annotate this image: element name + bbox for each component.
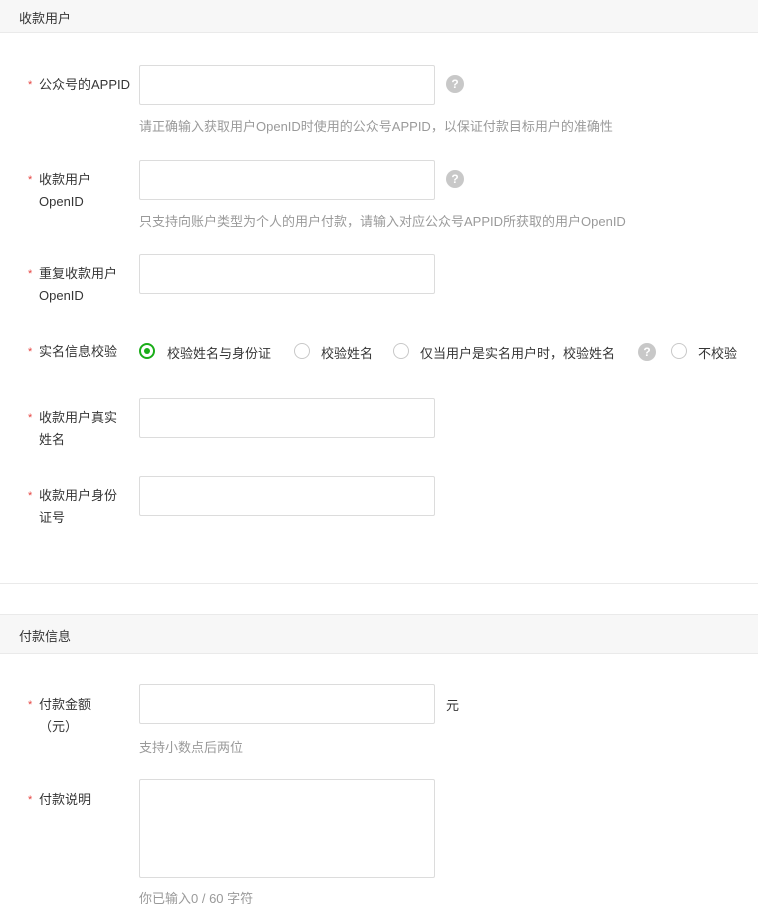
required-mark: * — [28, 412, 33, 424]
required-mark: * — [28, 699, 33, 711]
help-icon[interactable]: ? — [446, 75, 464, 93]
required-mark: * — [28, 490, 33, 502]
help-icon[interactable]: ? — [446, 170, 464, 188]
section-title: 付款信息 — [19, 629, 72, 644]
required-mark: * — [28, 268, 33, 280]
realname-check-label: * 实名信息校验 — [28, 341, 140, 363]
section-title: 收款用户 — [19, 11, 72, 26]
amount-hint: 支持小数点后两位 — [139, 740, 244, 755]
description-textarea[interactable] — [139, 779, 435, 878]
id-number-label: * 收款用户身份证号 — [28, 485, 128, 529]
radio-option-name-only[interactable] — [294, 343, 310, 359]
radio-label[interactable]: 不校验 — [698, 343, 737, 362]
radio-label[interactable]: 校验姓名与身份证 — [167, 343, 271, 362]
required-mark: * — [28, 174, 33, 186]
section-header-payee: 收款用户 — [0, 0, 758, 33]
openid-label: * 收款用户OpenID — [28, 169, 130, 213]
id-number-input[interactable] — [139, 476, 435, 516]
required-mark: * — [28, 79, 33, 91]
help-icon[interactable]: ? — [638, 343, 656, 361]
required-mark: * — [28, 346, 33, 358]
openid-input[interactable] — [139, 160, 435, 200]
appid-hint: 请正确输入获取用户OpenID时使用的公众号APPID，以保证付款目标用户的准确… — [139, 119, 613, 134]
description-char-counter: 你已输入0 / 60 字符 — [139, 891, 254, 906]
amount-label: * 付款金额（元） — [28, 694, 110, 738]
section-header-payment: 付款信息 — [0, 614, 758, 654]
real-name-input[interactable] — [139, 398, 435, 438]
radio-option-name-and-id[interactable] — [139, 343, 155, 359]
radio-option-no-check[interactable] — [671, 343, 687, 359]
radio-label[interactable]: 校验姓名 — [321, 343, 373, 362]
currency-unit: 元 — [446, 698, 460, 713]
openid-hint: 只支持向账户类型为个人的用户付款，请输入对应公众号APPID所获取的用户Open… — [139, 214, 626, 229]
divider — [0, 583, 758, 584]
amount-input[interactable] — [139, 684, 435, 724]
required-mark: * — [28, 794, 33, 806]
radio-option-name-if-verified[interactable] — [393, 343, 409, 359]
appid-input[interactable] — [139, 65, 435, 105]
repeat-openid-input[interactable] — [139, 254, 435, 294]
repeat-openid-label: * 重复收款用户OpenID — [28, 263, 130, 307]
description-label: * 付款说明 — [28, 789, 130, 811]
radio-label[interactable]: 仅当用户是实名用户时，校验姓名 — [420, 343, 615, 362]
appid-label: * 公众号的APPID — [28, 74, 130, 96]
real-name-label: * 收款用户真实姓名 — [28, 407, 128, 451]
